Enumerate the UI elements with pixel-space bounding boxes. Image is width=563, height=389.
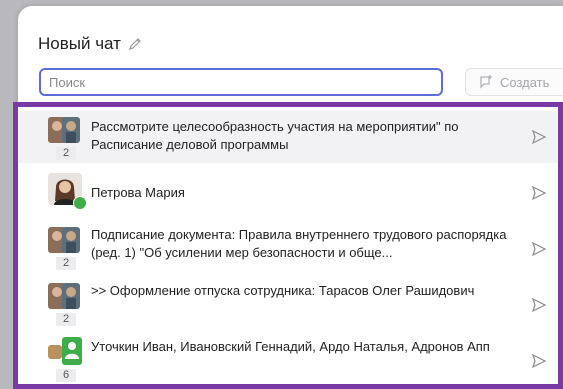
user-avatar bbox=[48, 173, 87, 219]
page-title: Новый чат bbox=[38, 34, 121, 53]
chat-title: Петрова Мария bbox=[91, 185, 185, 200]
send-icon[interactable] bbox=[531, 297, 547, 313]
search-input[interactable] bbox=[39, 68, 443, 96]
group-avatar-icon bbox=[48, 227, 80, 253]
new-chat-icon bbox=[480, 75, 492, 89]
new-chat-panel: Новый чат Создать 2 bbox=[13, 6, 563, 389]
send-icon[interactable] bbox=[531, 129, 547, 145]
chat-title: Подписание документа: Правила внутреннег… bbox=[91, 227, 507, 260]
create-button-label: Создать bbox=[500, 74, 550, 90]
group-avatar: 2 bbox=[48, 115, 82, 161]
chat-list: 2 Рассмотрите целесообразность участия н… bbox=[13, 102, 563, 389]
send-icon[interactable] bbox=[531, 241, 547, 257]
online-status-icon bbox=[73, 196, 87, 210]
group-avatar: 6 bbox=[48, 337, 82, 383]
group-avatar-icon bbox=[48, 337, 82, 365]
chat-list-item[interactable]: 2 Рассмотрите целесообразность участия н… bbox=[18, 111, 558, 163]
group-avatar-icon bbox=[48, 117, 80, 143]
chat-list-item[interactable]: 2 Подписание документа: Правила внутренн… bbox=[18, 223, 558, 275]
member-count: 2 bbox=[56, 313, 76, 326]
chat-list-item[interactable]: Петрова Мария bbox=[18, 167, 558, 219]
create-button[interactable]: Создать bbox=[465, 68, 563, 96]
member-count: 2 bbox=[56, 257, 76, 270]
chat-title: Уточкин Иван, Ивановский Геннадий, Ардо … bbox=[91, 339, 490, 354]
member-count: 2 bbox=[56, 147, 76, 160]
send-icon[interactable] bbox=[531, 185, 547, 201]
member-count: 6 bbox=[56, 369, 76, 382]
group-avatar: 2 bbox=[48, 225, 82, 271]
title-row: Новый чат bbox=[38, 34, 143, 54]
chat-list-item[interactable]: 6 Уточкин Иван, Ивановский Геннадий, Ард… bbox=[18, 335, 558, 387]
pencil-icon[interactable] bbox=[127, 36, 143, 52]
chat-title: Рассмотрите целесообразность участия на … bbox=[91, 119, 459, 152]
send-icon[interactable] bbox=[531, 353, 547, 369]
group-avatar: 2 bbox=[48, 281, 82, 327]
chat-title: >> Оформление отпуска сотрудника: Тарасо… bbox=[91, 283, 475, 298]
group-avatar-icon bbox=[48, 283, 80, 309]
chat-list-item[interactable]: 2 >> Оформление отпуска сотрудника: Тара… bbox=[18, 279, 558, 331]
